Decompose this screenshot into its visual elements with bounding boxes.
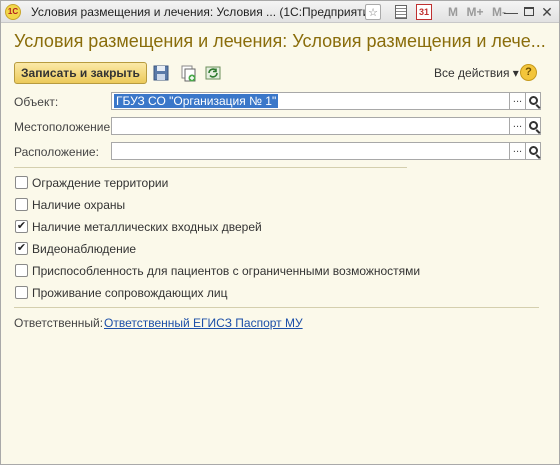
responsible-label: Ответственный:	[14, 316, 104, 330]
close-icon[interactable]: ✕	[539, 4, 555, 20]
minimize-icon[interactable]: —	[503, 4, 519, 20]
form-title: Условия размещения и лечения: Условия ра…	[14, 31, 546, 51]
placement-label: Расположение:	[14, 145, 99, 159]
separator	[14, 167, 407, 168]
memory-m-icon[interactable]: M	[443, 4, 463, 20]
copy-icon[interactable]	[179, 64, 197, 82]
checkbox-label: Ограждение территории	[32, 176, 169, 190]
refresh-icon[interactable]	[204, 64, 222, 82]
object-field[interactable]: ГБУЗ СО "Организация № 1"	[111, 92, 510, 110]
object-value: ГБУЗ СО "Организация № 1"	[114, 94, 279, 108]
placement-open-button[interactable]	[525, 142, 541, 160]
title-bar: 1С Условия размещения и лечения: Условия…	[1, 1, 559, 23]
location-open-button[interactable]	[525, 117, 541, 135]
object-select-button[interactable]: ...	[510, 92, 526, 110]
search-icon	[529, 146, 538, 155]
object-label: Объект:	[14, 95, 59, 109]
location-label: Местоположение:	[14, 120, 114, 134]
save-icon[interactable]	[152, 64, 170, 82]
placement-select-button[interactable]: ...	[510, 142, 526, 160]
maximize-icon[interactable]	[521, 4, 537, 20]
app-window: 1С Условия размещения и лечения: Условия…	[0, 0, 560, 465]
checkbox-checked[interactable]: ✔	[15, 220, 28, 233]
checkbox-unchecked[interactable]	[15, 264, 28, 277]
checkbox-label: Наличие металлических входных дверей	[32, 220, 262, 234]
search-icon	[529, 96, 538, 105]
checkbox-unchecked[interactable]	[15, 286, 28, 299]
location-field[interactable]	[111, 117, 510, 135]
checkbox-unchecked[interactable]	[15, 176, 28, 189]
responsible-link[interactable]: Ответственный ЕГИСЗ Паспорт МУ	[104, 316, 303, 330]
favorite-star-icon[interactable]: ☆	[365, 4, 381, 20]
command-bar: Записать и закрыть Все действия ▾ ?	[14, 62, 544, 84]
checkbox-checked[interactable]: ✔	[15, 242, 28, 255]
checkbox-label: Видеонаблюдение	[32, 242, 137, 256]
memory-plus-icon[interactable]: M+	[463, 4, 487, 20]
help-icon[interactable]: ?	[520, 64, 537, 81]
checkbox-label: Наличие охраны	[32, 198, 126, 212]
placement-field[interactable]	[111, 142, 510, 160]
location-select-button[interactable]: ...	[510, 117, 526, 135]
checkbox-label: Приспособленность для пациентов с ограни…	[32, 264, 421, 278]
search-icon	[529, 121, 538, 130]
window-title: Условия размещения и лечения: Условия ..…	[31, 5, 380, 19]
calculator-icon[interactable]	[393, 4, 409, 20]
all-actions-menu[interactable]: Все действия ▾	[434, 66, 519, 80]
save-and-close-button[interactable]: Записать и закрыть	[14, 62, 147, 84]
app-logo-icon[interactable]: 1С	[5, 4, 21, 20]
separator	[14, 307, 539, 308]
calendar-icon[interactable]: 31	[416, 4, 432, 20]
object-open-button[interactable]	[525, 92, 541, 110]
checkbox-label: Проживание сопровождающих лиц	[32, 286, 228, 300]
checkbox-unchecked[interactable]	[15, 198, 28, 211]
